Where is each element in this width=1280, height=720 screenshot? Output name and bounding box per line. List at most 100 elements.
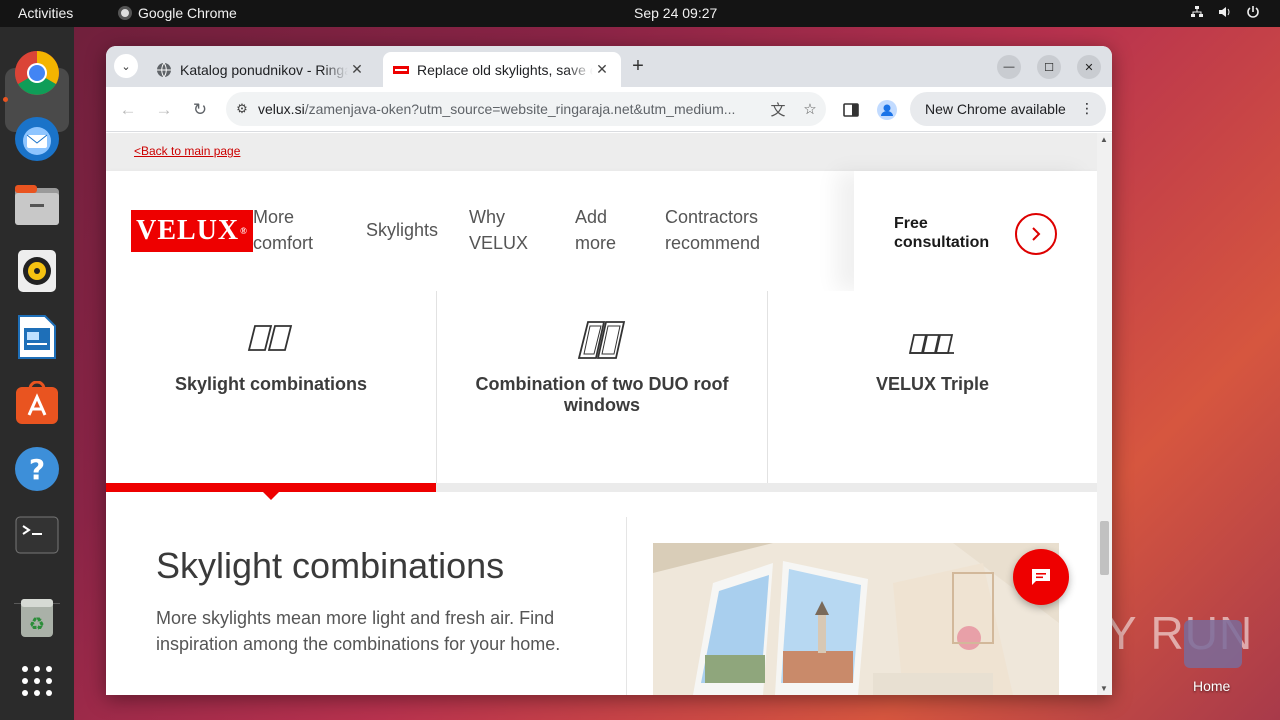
top-bar: Activities Google Chrome Sep 24 09:27 — [0, 0, 1280, 27]
nav-skylights[interactable]: Skylights — [366, 217, 438, 243]
url-host: velux.si — [258, 101, 305, 117]
active-tile-indicator — [106, 483, 436, 492]
arrow-left-icon: ← — [119, 100, 137, 119]
nav-label: More — [253, 207, 295, 227]
arrow-right-icon: → — [155, 100, 173, 119]
system-tray[interactable] — [1190, 5, 1260, 22]
rhythmbox-icon[interactable] — [13, 247, 61, 295]
scroll-down-icon[interactable]: ▼ — [1100, 684, 1108, 693]
dock: ? ♻ — [0, 27, 74, 720]
close-icon: ✕ — [1084, 61, 1094, 74]
address-bar[interactable]: ⚙ velux.si/zamenjava-oken?utm_source=web… — [226, 92, 826, 126]
chevron-right-icon[interactable] — [1015, 213, 1057, 255]
tile-label: Skylight combinations — [174, 374, 368, 394]
nav-label: recommend — [665, 233, 761, 253]
nav-label: Contractors — [665, 207, 759, 227]
url-path: /zamenjava-oken?utm_source=website_ringa… — [304, 101, 736, 117]
site-info-icon[interactable]: ⚙ — [226, 101, 258, 117]
reload-button[interactable]: ↻ — [188, 98, 212, 122]
files-icon[interactable] — [13, 181, 61, 229]
forward-button[interactable]: → — [152, 98, 176, 122]
new-chrome-available-button[interactable]: New Chrome available ⋮ — [910, 92, 1106, 126]
help-icon[interactable]: ? — [13, 445, 61, 493]
toolbar: ← → ↻ ⚙ velux.si/zamenjava-oken?utm_sour… — [106, 87, 1112, 132]
velux-favicon — [393, 65, 409, 74]
maximize-button[interactable]: ☐ — [1037, 55, 1061, 79]
url-text[interactable]: velux.si/zamenjava-oken?utm_source=websi… — [258, 101, 762, 117]
tile-duo-roof-windows[interactable]: Combination of two DUO roof windows — [437, 291, 767, 483]
velux-logo[interactable]: VELUX ® — [131, 210, 253, 252]
bookmark-star-icon[interactable]: ☆ — [794, 100, 826, 118]
nav-label: VELUX — [469, 233, 529, 253]
tile-label: Combination of two DUO roof windows — [475, 374, 729, 415]
minimize-icon: — — [1003, 61, 1015, 73]
page-scrollbar[interactable]: ▲ ▼ — [1097, 133, 1112, 695]
volume-icon — [1218, 5, 1232, 22]
close-tab-icon[interactable]: ✕ — [348, 61, 366, 78]
side-panel-icon[interactable] — [840, 99, 862, 121]
chevron-down-icon: ⌄ — [121, 60, 131, 73]
close-window-button[interactable]: ✕ — [1077, 55, 1101, 79]
trash-icon[interactable]: ♻ — [13, 593, 61, 641]
cta-line: consultation — [894, 234, 990, 251]
tile-skylight-combinations[interactable]: Skylight combinations — [106, 291, 436, 483]
app-name: Google Chrome — [138, 5, 237, 21]
nav-why-velux[interactable]: Why VELUX — [469, 204, 528, 256]
nav-more-comfort[interactable]: More comfort — [253, 204, 313, 256]
nav-add-more[interactable]: Add more — [575, 204, 616, 256]
app-grid-icon[interactable] — [13, 657, 61, 705]
tile-velux-triple[interactable]: VELUX Triple — [768, 291, 1097, 483]
new-tab-button[interactable]: + — [626, 55, 650, 78]
scrollbar-thumb[interactable] — [1100, 521, 1109, 575]
running-indicator — [3, 97, 8, 102]
network-icon — [1190, 5, 1204, 22]
tab-title: Replace old skylights, save energy — [417, 61, 593, 78]
reload-icon: ↻ — [192, 100, 208, 119]
tab-title: Katalog ponudnikov - Ringaraja — [180, 61, 348, 78]
globe-icon — [157, 62, 171, 77]
chrome-icon[interactable] — [13, 49, 61, 97]
chrome-window: ⌄ Katalog ponudnikov - Ringaraja ✕ Repla… — [106, 46, 1112, 695]
clock[interactable]: Sep 24 09:27 — [634, 5, 717, 21]
tab-strip: ⌄ Katalog ponudnikov - Ringaraja ✕ Repla… — [106, 46, 1112, 87]
section-divider — [626, 517, 627, 695]
tile-selector-bar — [106, 483, 1097, 500]
more-menu-icon[interactable]: ⋮ — [1080, 100, 1094, 117]
site-navigation: VELUX ® More comfort Skylights Why VELUX … — [106, 171, 1097, 291]
chat-bubble-icon — [1032, 569, 1050, 585]
translate-icon[interactable]: 文 — [762, 99, 794, 120]
minimize-button[interactable]: — — [997, 55, 1021, 79]
new-chrome-label: New Chrome available — [925, 101, 1066, 117]
active-tile-pointer — [263, 492, 279, 500]
close-tab-icon[interactable]: ✕ — [593, 61, 611, 78]
nav-label: more — [575, 233, 617, 253]
logo-text: VELUX — [136, 215, 240, 246]
activities-button[interactable]: Activities — [18, 5, 73, 21]
chat-button[interactable] — [1013, 549, 1069, 605]
home-folder-label[interactable]: Home — [1193, 678, 1230, 694]
nav-label: Add — [575, 207, 608, 227]
app-center-icon[interactable] — [13, 379, 61, 427]
svg-text:?: ? — [29, 453, 45, 486]
terminal-icon[interactable] — [13, 511, 61, 559]
back-to-main-link[interactable]: <Back to main page — [134, 144, 240, 158]
tab-katalog[interactable]: Katalog ponudnikov - Ringaraja ✕ — [146, 52, 376, 87]
home-folder-icon[interactable] — [1184, 620, 1242, 668]
chrome-small-icon — [118, 6, 132, 20]
writer-icon[interactable] — [13, 313, 61, 361]
free-consultation-cta[interactable]: Free consultation — [854, 171, 1097, 291]
back-button[interactable]: ← — [116, 98, 140, 122]
tab-search-button[interactable]: ⌄ — [114, 54, 138, 78]
power-icon — [1246, 5, 1260, 22]
thunderbird-icon[interactable] — [13, 115, 61, 163]
section-description: More skylights mean more light and fresh… — [156, 608, 561, 654]
double-window-icon — [247, 325, 293, 351]
registered-mark: ® — [240, 226, 248, 236]
nav-contractors-recommend[interactable]: Contractors recommend — [665, 204, 760, 256]
app-menu[interactable]: Google Chrome — [118, 5, 237, 21]
scroll-up-icon[interactable]: ▲ — [1100, 135, 1108, 144]
maximize-icon: ☐ — [1044, 61, 1054, 74]
profile-icon[interactable] — [876, 99, 898, 121]
duo-window-icon — [577, 321, 626, 359]
tab-velux[interactable]: Replace old skylights, save energy ✕ — [383, 52, 621, 87]
